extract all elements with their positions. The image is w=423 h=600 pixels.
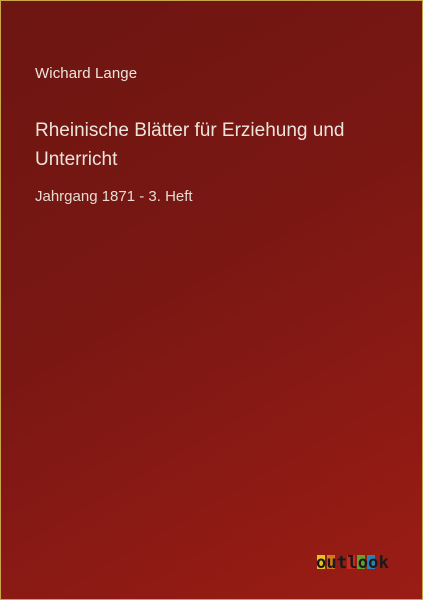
outlook-logo-icon: outlook <box>316 553 389 573</box>
book-title: Rheinische Blätter für Erziehung und Unt… <box>35 120 345 170</box>
book-subtitle: Jahrgang 1871 - 3. Heft <box>35 188 193 205</box>
logo-text: outlook <box>316 553 389 573</box>
book-cover: Wichard Lange Rheinische Blätter für Erz… <box>0 0 423 600</box>
author-name: Wichard Lange <box>35 65 138 82</box>
publisher-logo: outlook <box>314 536 394 574</box>
